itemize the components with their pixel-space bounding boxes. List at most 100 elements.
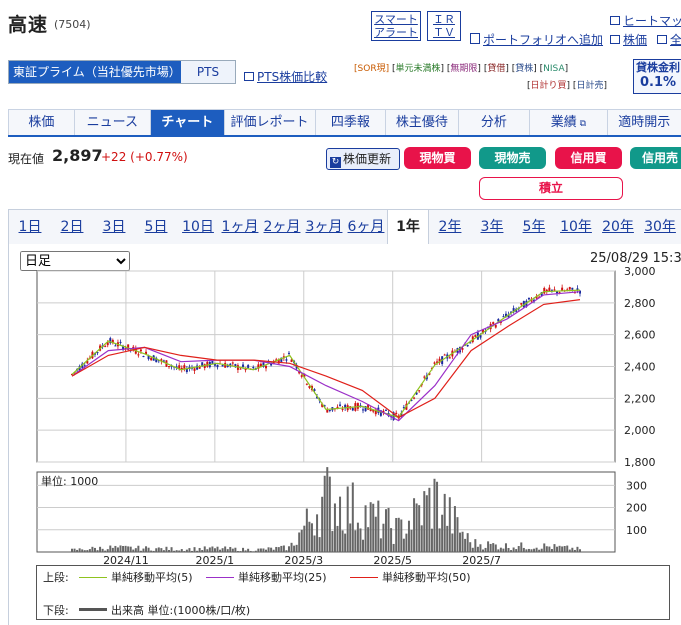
candle-body xyxy=(494,324,497,328)
volume-bar xyxy=(132,549,135,552)
volume-bar xyxy=(231,548,234,552)
volume-bar xyxy=(275,546,278,552)
volume-bar xyxy=(456,517,459,552)
candle-body xyxy=(384,409,387,411)
volume-bar xyxy=(180,549,183,552)
volume-bar xyxy=(566,545,569,552)
volume-bar xyxy=(377,500,380,552)
volume-bar xyxy=(433,478,436,552)
volume-bar xyxy=(162,550,165,552)
candle-body xyxy=(466,344,469,347)
price-tick-label: 2,000 xyxy=(624,424,656,437)
candle-body xyxy=(139,349,142,352)
volume-bar xyxy=(331,531,334,552)
chart-legend: 上段: 単純移動平均(5) 単純移動平均(25) 単純移動平均(50) 下段: … xyxy=(36,565,670,620)
legend-ma5-label: 単純移動平均(5) xyxy=(111,571,193,584)
volume-bar xyxy=(504,543,507,552)
volume-bar xyxy=(168,550,171,552)
volume-bar xyxy=(374,516,377,552)
volume-bar xyxy=(390,528,393,552)
volume-bar xyxy=(384,509,387,552)
volume-bar xyxy=(448,497,451,552)
legend-volume: 出来高 単位:(1000株/口/枚) xyxy=(79,602,250,618)
candle-body xyxy=(395,412,398,415)
volume-bar xyxy=(147,547,150,552)
volume-bar xyxy=(502,548,505,552)
candle-body xyxy=(114,345,117,347)
volume-bar xyxy=(208,547,211,552)
volume-bar xyxy=(372,503,375,552)
candle-body xyxy=(216,364,219,368)
volume-bar xyxy=(287,546,290,552)
price-tick-label: 1,800 xyxy=(624,456,656,469)
volume-bar xyxy=(134,548,137,552)
candle-body xyxy=(137,354,140,356)
volume-bar xyxy=(451,533,454,552)
volume-bar xyxy=(333,503,336,552)
volume-bar xyxy=(76,549,79,552)
volume-bar xyxy=(150,550,153,552)
volume-bar xyxy=(392,543,395,552)
volume-bar xyxy=(229,546,232,552)
volume-bar xyxy=(272,549,275,552)
volume-bar xyxy=(522,547,525,552)
volume-bar xyxy=(344,533,347,552)
volume-bar xyxy=(423,491,426,552)
candle-body xyxy=(328,409,331,411)
volume-bar xyxy=(346,486,349,552)
candle-body xyxy=(185,369,188,373)
volume-bar xyxy=(410,529,413,552)
volume-bar xyxy=(476,546,479,552)
candle-body xyxy=(356,403,359,409)
volume-bar xyxy=(367,527,370,552)
volume-bar xyxy=(152,550,155,552)
volume-bar xyxy=(139,550,142,552)
volume-bar xyxy=(236,551,239,552)
volume-bar xyxy=(111,547,114,552)
price-tick-label: 2,600 xyxy=(624,329,656,342)
volume-bar xyxy=(282,545,285,552)
candle-body xyxy=(193,368,196,371)
volume-bar xyxy=(116,547,119,552)
volume-bar xyxy=(114,545,117,552)
price-tick-label: 2,200 xyxy=(624,392,656,405)
volume-bar xyxy=(198,547,201,552)
volume-bar xyxy=(239,551,242,552)
candle-body xyxy=(351,408,354,411)
candle-body xyxy=(568,287,571,290)
volume-bar xyxy=(402,538,405,552)
volume-bar xyxy=(308,521,311,552)
volume-bar xyxy=(173,550,176,552)
volume-bar xyxy=(397,517,400,552)
volume-bar xyxy=(382,523,385,552)
legend-volume-swatch xyxy=(79,608,107,611)
volume-bar xyxy=(489,543,492,552)
volume-bar xyxy=(96,550,99,552)
candle-body xyxy=(211,361,214,364)
candle-body xyxy=(474,335,477,337)
volume-bar xyxy=(321,496,324,552)
price-tick-label: 2,400 xyxy=(624,361,656,374)
volume-bar xyxy=(479,544,482,552)
candle-body xyxy=(168,366,171,368)
volume-bar xyxy=(137,545,140,552)
legend-ma25-swatch xyxy=(206,577,234,578)
volume-tick-label: 100 xyxy=(626,524,647,537)
volume-bar xyxy=(492,543,495,552)
volume-bar xyxy=(303,525,306,552)
candle-body xyxy=(119,341,122,343)
legend-ma5-swatch xyxy=(79,577,107,578)
volume-bar xyxy=(265,549,268,552)
volume-bar xyxy=(520,542,523,552)
volume-bar xyxy=(438,528,441,552)
candle-body xyxy=(287,352,290,354)
volume-bar xyxy=(316,514,319,552)
volume-bar xyxy=(190,550,193,552)
volume-bar xyxy=(305,508,308,552)
volume-bar xyxy=(487,541,490,552)
volume-bar xyxy=(349,523,352,552)
volume-bar xyxy=(579,549,581,552)
volume-bar xyxy=(277,547,280,552)
volume-bar xyxy=(298,532,301,552)
candle-body xyxy=(239,368,242,370)
